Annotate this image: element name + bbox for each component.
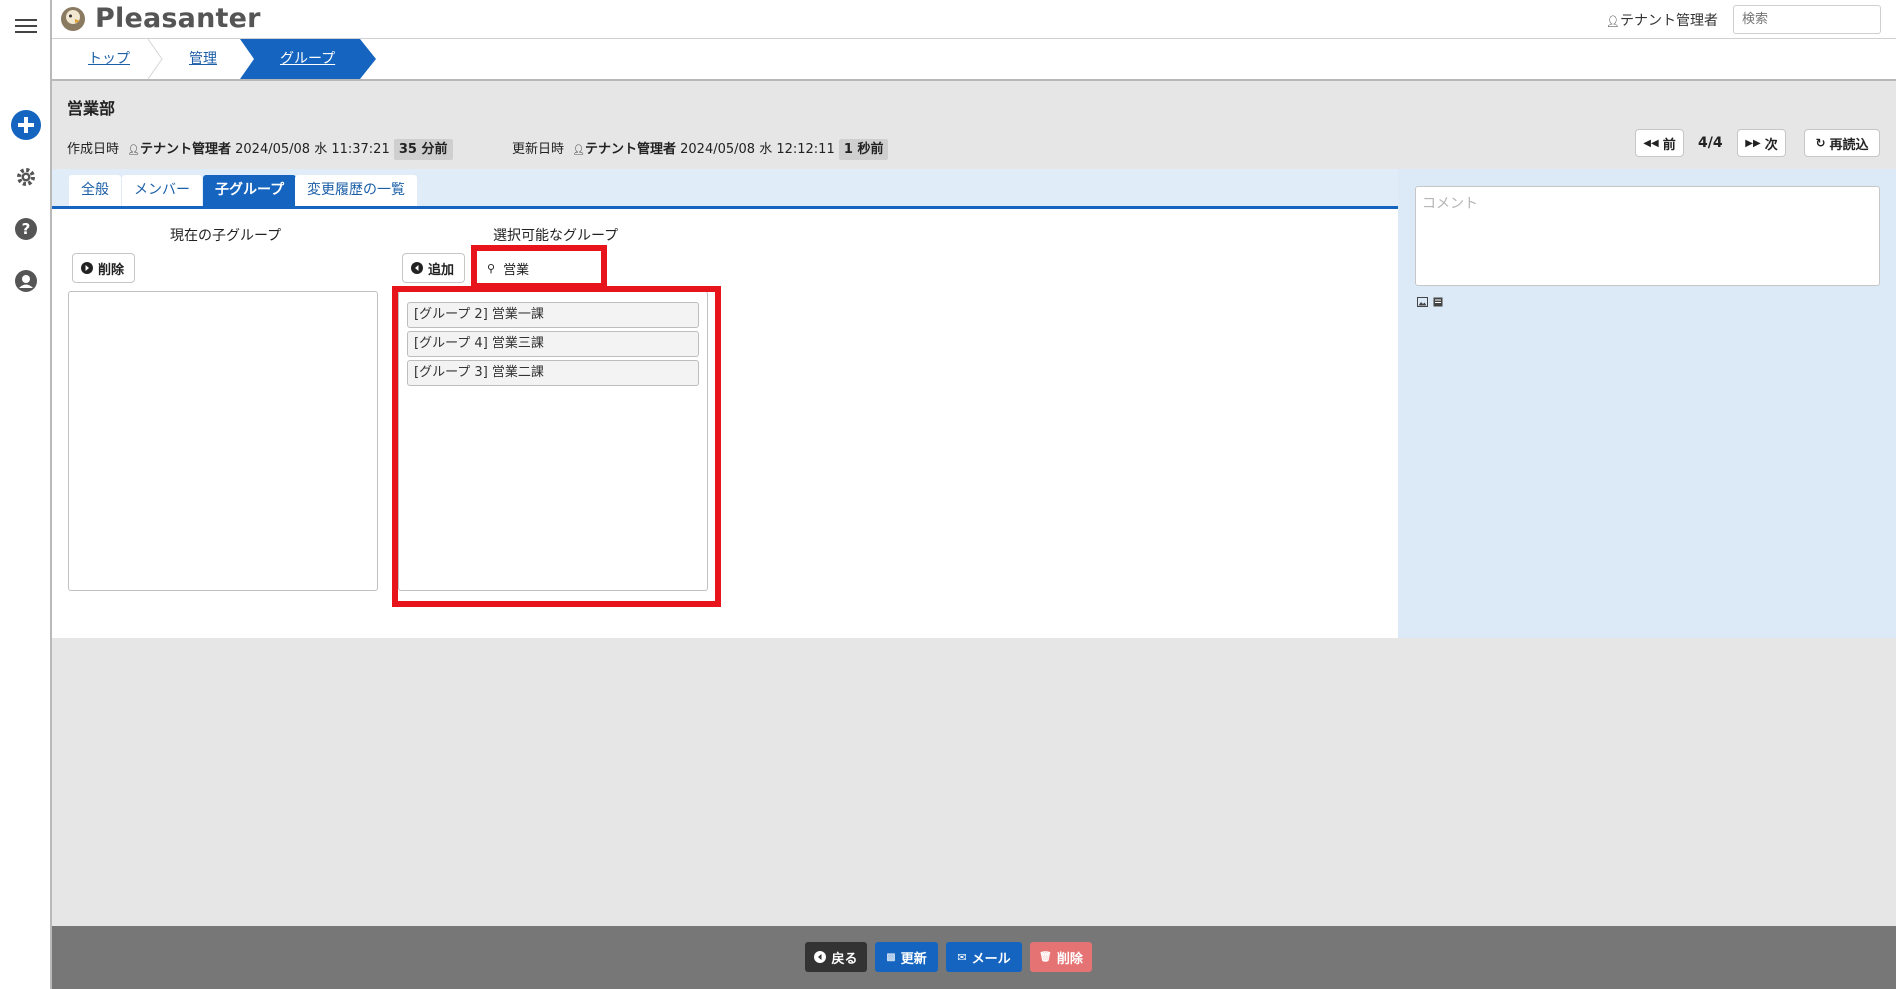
circle-arrow-left-icon <box>411 262 423 274</box>
tab-general[interactable]: 全般 <box>69 175 121 206</box>
help-icon[interactable]: ? <box>10 213 42 245</box>
remove-child-group-button[interactable]: 削除 <box>72 253 135 283</box>
footer-toolbar: 戻る ▩ 更新 ✉ メール 🗑︎ 削除 <box>52 926 1896 989</box>
tab-change-history[interactable]: 変更履歴の一覧 <box>295 175 417 206</box>
updated-info: 更新日時 👤︎テナント管理者 2024/05/08 水 12:12:11 1 秒… <box>512 138 889 160</box>
mail-button[interactable]: ✉ メール <box>946 942 1022 972</box>
gear-icon[interactable] <box>10 161 42 193</box>
next-record-button[interactable]: ▶▶ 次 <box>1737 129 1786 157</box>
hamburger-menu-icon[interactable] <box>10 10 42 42</box>
circle-arrow-right-icon <box>81 262 93 274</box>
user-account-icon[interactable] <box>10 265 42 297</box>
mail-icon: ✉ <box>957 950 967 964</box>
search-highlight-box <box>471 245 607 289</box>
reload-button[interactable]: ↻ 再読込 <box>1804 129 1880 157</box>
save-icon: ▩ <box>886 951 896 963</box>
comment-panel: コメント <box>1398 169 1896 638</box>
list-highlight-box <box>392 286 721 607</box>
tab-bar: 全般 メンバー 子グループ 変更履歴の一覧 <box>52 169 1398 209</box>
created-ago-badge: 35 分前 <box>393 139 453 160</box>
back-button[interactable]: 戻る <box>805 942 867 972</box>
breadcrumb: トップ 管理 グループ <box>52 39 1896 81</box>
delete-record-button[interactable]: 🗑︎ 削除 <box>1030 942 1092 972</box>
trash-icon: 🗑︎ <box>1039 951 1052 963</box>
svg-text:?: ? <box>22 220 31 238</box>
current-child-groups-list[interactable] <box>68 291 378 591</box>
update-button[interactable]: ▩ 更新 <box>875 942 938 972</box>
previous-icon: ◀◀ <box>1643 137 1659 149</box>
reload-icon: ↻ <box>1815 136 1826 150</box>
left-rail: ? <box>0 0 52 989</box>
record-position: 4/4 <box>1698 135 1723 151</box>
updated-ago-badge: 1 秒前 <box>838 139 889 160</box>
breadcrumb-item-groups[interactable]: グループ <box>280 39 335 79</box>
user-icon: 👤︎ <box>572 145 585 156</box>
tab-child-groups[interactable]: 子グループ <box>203 175 297 206</box>
header-search-input[interactable] <box>1733 5 1881 34</box>
updated-user[interactable]: テナント管理者 <box>585 142 676 157</box>
add-new-icon[interactable] <box>10 109 42 141</box>
selectable-groups-label: 選択可能なグループ <box>493 228 619 244</box>
tab-members[interactable]: メンバー <box>122 175 202 206</box>
comment-textarea[interactable]: コメント <box>1415 186 1880 286</box>
current-child-groups-label: 現在の子グループ <box>170 228 282 244</box>
previous-record-button[interactable]: ◀◀ 前 <box>1635 129 1684 157</box>
next-icon: ▶▶ <box>1745 137 1761 149</box>
insert-image-icon[interactable] <box>1417 295 1428 311</box>
page-title: 営業部 <box>67 99 116 118</box>
user-icon: 👤︎ <box>127 145 140 156</box>
created-user[interactable]: テナント管理者 <box>140 142 231 157</box>
created-info: 作成日時 👤︎テナント管理者 2024/05/08 水 11:37:21 35 … <box>67 138 453 160</box>
add-child-group-button[interactable]: 追加 <box>402 253 465 283</box>
back-arrow-icon <box>814 951 827 963</box>
current-user-label[interactable]: 👤︎テナント管理者 <box>1606 10 1718 30</box>
record-header: 営業部 作成日時 👤︎テナント管理者 2024/05/08 水 11:37:21… <box>52 81 1896 169</box>
user-icon: 👤︎ <box>1606 15 1620 28</box>
logo-icon[interactable] <box>58 4 88 38</box>
insert-file-icon[interactable] <box>1433 295 1443 311</box>
editor-panel: 全般 メンバー 子グループ 変更履歴の一覧 現在の子グループ 削除 選択可能なグ… <box>52 169 1398 638</box>
top-header: Pleasanter 👤︎テナント管理者 <box>52 0 1896 39</box>
breadcrumb-item-admin[interactable]: 管理 <box>189 39 217 79</box>
breadcrumb-item-top[interactable]: トップ <box>88 39 130 79</box>
app-logo-text[interactable]: Pleasanter <box>95 3 261 34</box>
